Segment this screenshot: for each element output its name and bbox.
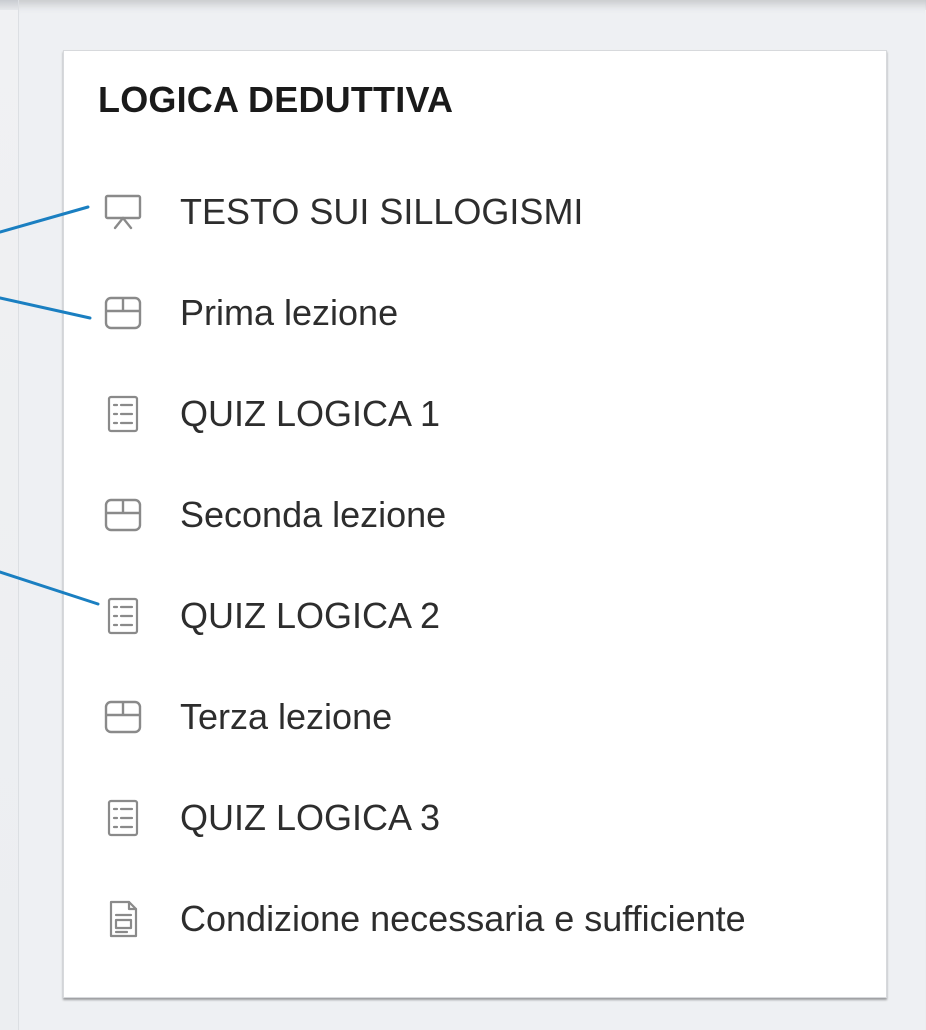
lesson-icon [98,288,148,338]
activity-label: QUIZ LOGICA 2 [180,595,441,636]
activity-label: TESTO SUI SILLOGISMI [180,191,584,232]
activity-label: Terza lezione [180,696,393,737]
activity-testo-sui-sillogismi[interactable]: TESTO SUI SILLOGISMI [98,182,858,242]
activity-terza-lezione[interactable]: Terza lezione [98,687,858,747]
activity-quiz-logica-3[interactable]: QUIZ LOGICA 3 [98,788,858,848]
quiz-icon [98,793,148,843]
activity-prima-lezione[interactable]: Prima lezione [98,283,858,343]
activity-seconda-lezione[interactable]: Seconda lezione [98,485,858,545]
quiz-icon [98,591,148,641]
course-section-panel: LOGICA DEDUTTIVA TESTO SUI SILLOGISMI Pr… [63,50,887,998]
quiz-icon [98,389,148,439]
activity-label: QUIZ LOGICA 1 [180,393,441,434]
presentation-icon [98,187,148,237]
lesson-icon [98,692,148,742]
activity-quiz-logica-1[interactable]: QUIZ LOGICA 1 [98,384,858,444]
activity-condizione-necessaria[interactable]: Condizione necessaria e sufficiente [98,889,858,949]
activity-quiz-logica-2[interactable]: QUIZ LOGICA 2 [98,586,858,646]
activity-label: Condizione necessaria e sufficiente [180,898,746,939]
activity-label: Seconda lezione [180,494,447,535]
section-title: LOGICA DEDUTTIVA [98,79,454,120]
activity-label: Prima lezione [180,292,399,333]
page-icon [98,894,148,944]
lesson-icon [98,490,148,540]
activity-label: QUIZ LOGICA 3 [180,797,441,838]
